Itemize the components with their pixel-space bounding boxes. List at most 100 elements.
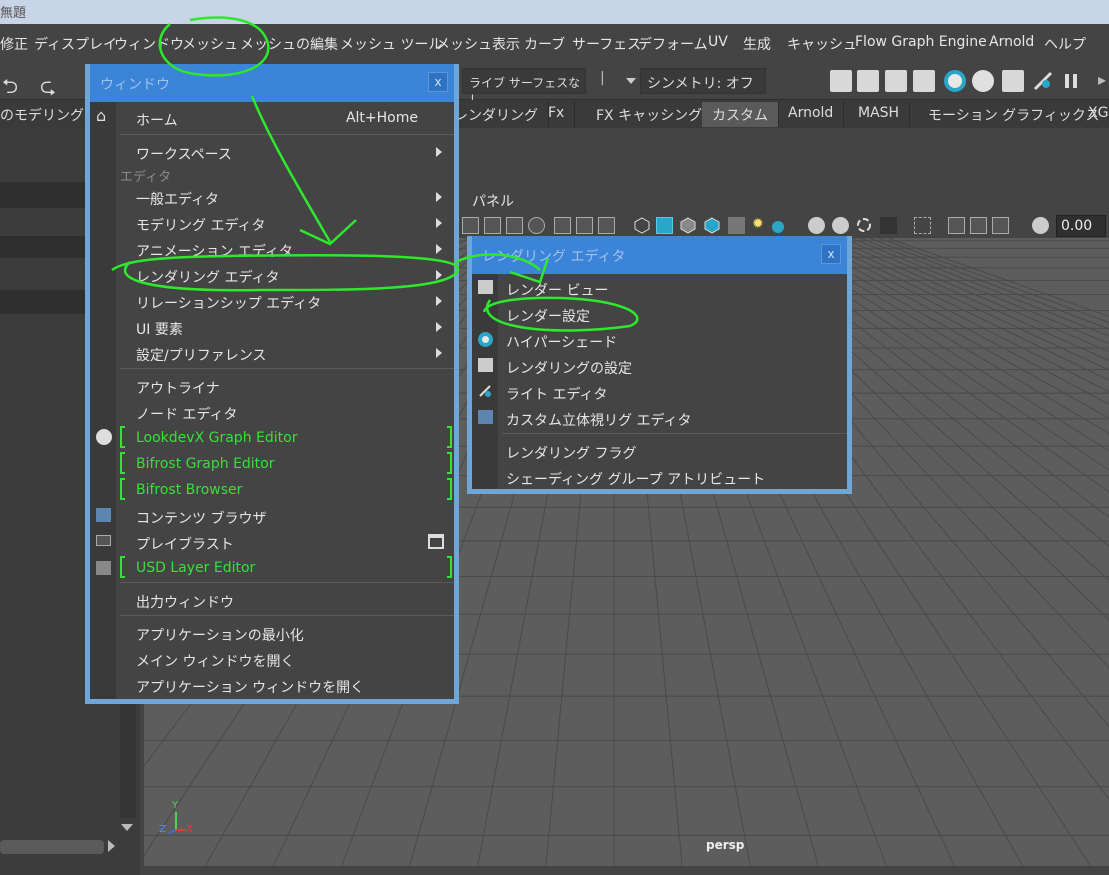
menu-item-app-window[interactable]: アプリケーション ウィンドウを開く — [136, 677, 364, 697]
ipr-render-icon[interactable] — [885, 70, 907, 92]
menu-surfaces[interactable]: サーフェス — [572, 34, 641, 54]
xray-icon[interactable] — [914, 217, 931, 234]
panel-menu[interactable]: パネル — [472, 191, 514, 211]
shadows-icon[interactable] — [772, 221, 784, 233]
menu-display[interactable]: ディスプレイ — [34, 34, 117, 54]
menu-item-hypershade[interactable]: ハイパーシェード — [506, 332, 617, 352]
menu-mesh-tools[interactable]: メッシュ ツール — [340, 34, 442, 54]
menu-item-rendering-settings[interactable]: レンダリングの設定 — [506, 358, 632, 378]
render-settings-icon[interactable] — [913, 70, 935, 92]
shelf-tab-xgen[interactable]: XG — [1078, 102, 1109, 127]
hypershade-icon[interactable] — [944, 70, 966, 92]
grid-toggle-icon[interactable] — [462, 217, 479, 234]
menu-item-render-view[interactable]: レンダー ビュー — [506, 280, 608, 300]
menu-item-main-window[interactable]: メイン ウィンドウを開く — [136, 651, 294, 671]
wireframe-icon[interactable] — [634, 217, 651, 234]
shelf-tab-rendering[interactable]: レンダリング — [444, 102, 549, 127]
lights-icon[interactable]: ✹ — [752, 217, 769, 234]
menu-curves[interactable]: カーブ — [524, 34, 565, 54]
window-menu-header[interactable]: ウィンドウ x — [90, 64, 454, 102]
shelf-tab-arnold[interactable]: Arnold — [778, 102, 845, 127]
menu-item-settings[interactable]: 設定/プリファレンス — [136, 345, 266, 365]
menu-item-minimize[interactable]: アプリケーションの最小化 — [136, 625, 304, 645]
close-icon[interactable]: x — [821, 244, 841, 264]
menu-item-workspace[interactable]: ワークスペース — [136, 144, 232, 164]
menu-item-home[interactable]: ホーム — [136, 110, 178, 130]
render-setup-icon[interactable] — [1002, 70, 1024, 92]
render-current-frame-icon[interactable] — [830, 70, 852, 92]
menu-item-modeling-editors[interactable]: モデリング エディタ — [136, 215, 265, 235]
live-surface-field[interactable]: ライブ サーフェスなし — [462, 68, 586, 107]
shelf-tab-modeling[interactable]: のモデリング — [0, 102, 94, 127]
menu-generate[interactable]: 生成 — [743, 34, 771, 54]
xray-active-icon[interactable] — [970, 217, 987, 234]
menu-item-animation-editors[interactable]: アニメーション エディタ — [136, 241, 293, 261]
menu-item-shading-group[interactable]: シェーディング グループ アトリビュート — [506, 469, 765, 489]
backface-icon[interactable] — [992, 217, 1009, 234]
symmetry-field[interactable]: シンメトリ: オフ — [640, 68, 766, 94]
menu-item-render-flags[interactable]: レンダリング フラグ — [506, 443, 636, 463]
safe-title-icon[interactable] — [598, 217, 615, 234]
menu-edit-mesh[interactable]: メッシュの編集 — [240, 34, 338, 54]
safe-action-icon[interactable] — [576, 217, 593, 234]
menu-item-ui-elements[interactable]: UI 要素 — [136, 319, 183, 339]
motion-blur-icon[interactable] — [832, 217, 849, 234]
menu-item-playblast[interactable]: プレイブラスト — [136, 534, 234, 554]
menu-help[interactable]: ヘルプ — [1044, 34, 1086, 54]
menu-mesh-display[interactable]: メッシュ表示 — [436, 34, 520, 54]
checker-icon[interactable] — [728, 217, 745, 234]
menu-modify[interactable]: 修正 — [0, 34, 28, 54]
isolate-select-icon[interactable] — [880, 217, 897, 234]
rendering-editors-body: レンダー ビュー レンダー設定 ハイパーシェード レンダリングの設定 ライト エ… — [472, 274, 847, 489]
menu-item-render-settings[interactable]: レンダー設定 — [506, 306, 590, 326]
menu-uv[interactable]: UV — [708, 34, 728, 50]
lookdevx-icon[interactable] — [972, 70, 994, 92]
shelf-tab-fx[interactable]: Fx — [538, 102, 576, 127]
menu-item-output-window[interactable]: 出力ウィンドウ — [136, 592, 234, 612]
xray-joints-icon[interactable] — [948, 217, 965, 234]
exposure-field[interactable]: 0.00 — [1056, 215, 1106, 237]
rendering-editors-header[interactable]: レンダリング エディタ x — [472, 236, 847, 274]
textured-icon[interactable] — [704, 217, 721, 234]
menu-item-outliner[interactable]: アウトライナ — [136, 378, 220, 398]
shelf-tab-fx-caching[interactable]: FX キャッシング — [586, 102, 714, 127]
menu-windows[interactable]: ウィンドウ — [114, 34, 184, 54]
menu-item-bifrost-graph[interactable]: Bifrost Graph Editor — [136, 456, 275, 472]
pause-icon[interactable] — [1062, 72, 1080, 90]
menu-item-rendering-editors[interactable]: レンダリング エディタ — [136, 267, 279, 287]
horizontal-scrollbar[interactable] — [0, 840, 104, 854]
menu-item-usd-layer[interactable]: USD Layer Editor — [136, 560, 255, 576]
close-icon[interactable]: x — [428, 72, 448, 92]
gate-mask-icon[interactable] — [528, 217, 545, 234]
default-material-icon[interactable] — [680, 217, 697, 234]
anti-alias-icon[interactable] — [856, 217, 873, 234]
menu-arnold[interactable]: Arnold — [989, 34, 1034, 50]
menu-cache[interactable]: キャッシュ — [787, 34, 857, 54]
menu-item-stereo-rig[interactable]: カスタム立体視リグ エディタ — [506, 410, 691, 430]
menu-item-relationship-editors[interactable]: リレーションシップ エディタ — [136, 293, 321, 313]
expand-arrow-icon[interactable]: ▸ — [1098, 70, 1106, 89]
resolution-gate-icon[interactable] — [506, 217, 523, 234]
menu-item-content-browser[interactable]: コンテンツ ブラウザ — [136, 508, 266, 528]
menu-item-general-editors[interactable]: 一般エディタ — [136, 189, 219, 209]
scroll-down-arrow-icon[interactable] — [121, 824, 133, 831]
chevron-down-icon[interactable] — [626, 78, 636, 84]
render-sequence-icon[interactable] — [857, 70, 879, 92]
menu-deform[interactable]: デフォーム — [638, 34, 708, 54]
menu-item-node-editor[interactable]: ノード エディタ — [136, 404, 237, 424]
shelf-tab-mash[interactable]: MASH — [848, 102, 911, 127]
menu-item-bifrost-browser[interactable]: Bifrost Browser — [136, 482, 242, 498]
option-box-icon[interactable] — [428, 534, 444, 549]
scroll-right-arrow-icon[interactable] — [108, 840, 115, 852]
light-editor-icon[interactable] — [1032, 70, 1054, 92]
field-chart-icon[interactable] — [554, 217, 571, 234]
menu-mesh[interactable]: メッシュ — [182, 34, 238, 54]
menu-flow-graph[interactable]: Flow Graph Engine — [855, 34, 987, 50]
menu-item-light-editor[interactable]: ライト エディタ — [506, 384, 607, 404]
menu-item-lookdevx[interactable]: LookdevX Graph Editor — [136, 430, 297, 446]
smooth-shade-icon[interactable] — [656, 217, 673, 234]
exposure-icon[interactable] — [1032, 217, 1049, 234]
screen-space-ao-icon[interactable] — [808, 217, 825, 234]
film-gate-icon[interactable] — [484, 217, 501, 234]
shelf-tab-custom[interactable]: カスタム — [702, 102, 779, 127]
